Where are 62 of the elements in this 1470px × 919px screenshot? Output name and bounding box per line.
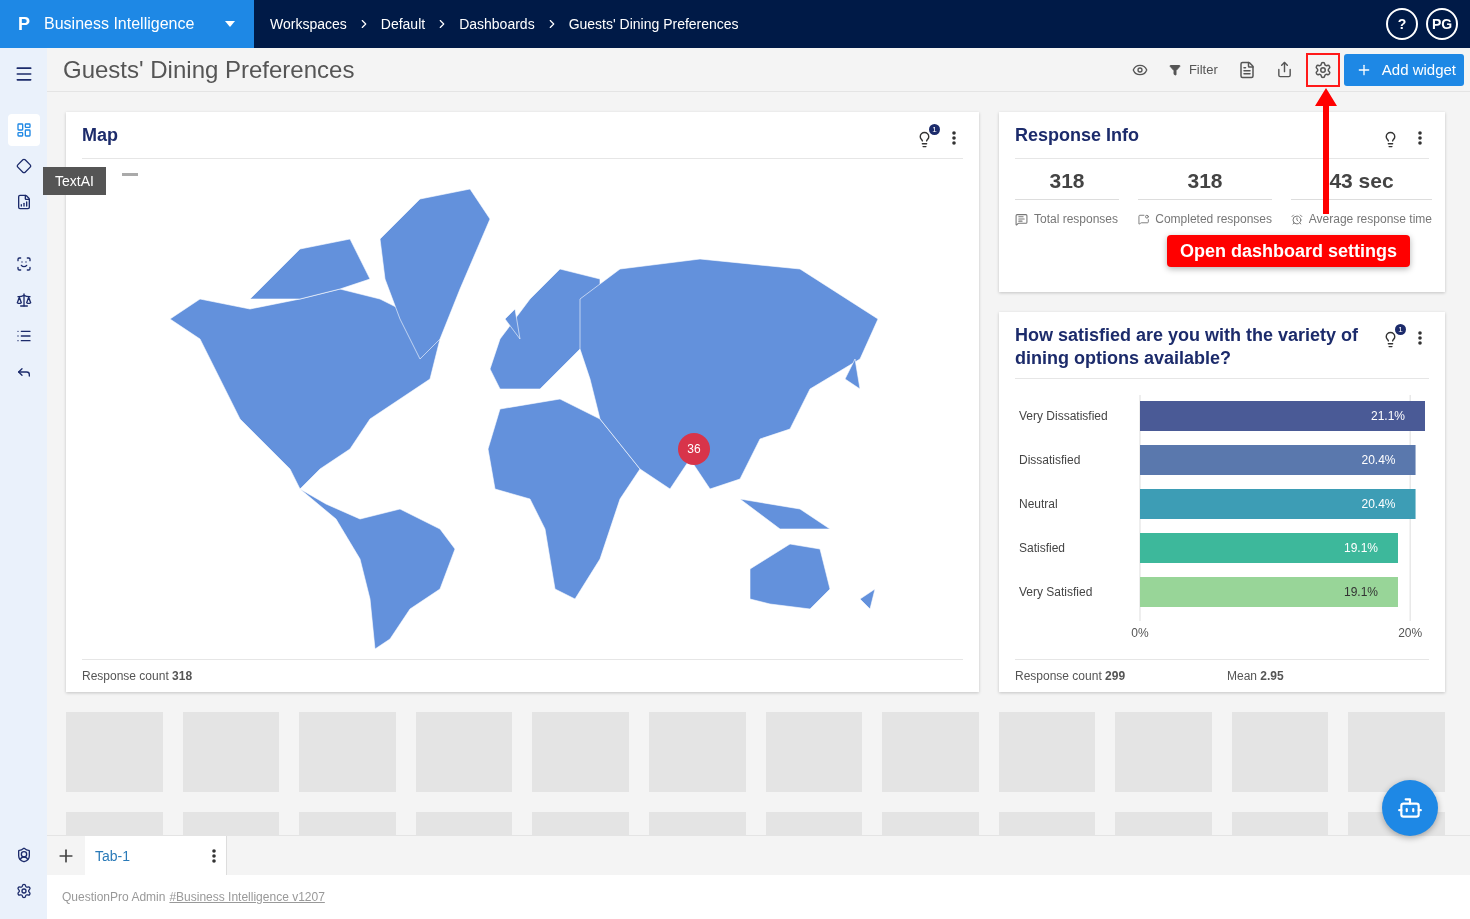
product-name: Business Intelligence — [44, 15, 196, 33]
category-label: Satisfied — [1019, 541, 1066, 555]
tooltip: TextAI — [43, 167, 106, 195]
value-label: 20.4% — [1361, 453, 1396, 467]
dashboard-icon — [15, 122, 32, 138]
count-badge: 1 — [1395, 324, 1406, 335]
stat-label: Total responses — [1034, 212, 1119, 226]
widget-title: How satisfied are you with the variety of dining options available? — [1015, 324, 1360, 370]
share-icon — [1276, 61, 1294, 78]
settings-icon — [15, 883, 32, 899]
stat-label: Average response time — [1308, 212, 1432, 226]
annotation-callout: Open dashboard settings — [1167, 235, 1410, 267]
settings-icon — [1313, 60, 1332, 79]
more-icon — [1418, 131, 1422, 145]
add-widget-button[interactable]: Add widget — [1343, 53, 1464, 86]
breadcrumb-link[interactable]: Workspaces — [270, 16, 347, 32]
list-icon — [15, 328, 32, 344]
filter-icon — [1168, 63, 1181, 76]
logo: P — [18, 13, 30, 35]
diamond-icon — [15, 158, 32, 174]
dashboard-tab[interactable]: Tab-1 — [85, 836, 227, 875]
filter-button[interactable]: Filter — [1160, 52, 1226, 87]
response-count: Response count 318 — [82, 669, 193, 683]
count-badge: 1 — [929, 124, 940, 135]
widget-title: Map — [82, 124, 119, 147]
value-label: 19.1% — [1343, 541, 1378, 555]
more-icon — [212, 848, 216, 863]
insights-button[interactable]: 1 — [914, 124, 940, 150]
report-icon — [15, 194, 32, 210]
footer-text: QuestionPro Admin — [62, 890, 166, 904]
more-icon — [1418, 331, 1422, 345]
more-icon — [952, 131, 956, 145]
product-switcher[interactable]: P Business Intelligence — [0, 0, 254, 48]
breadcrumb-link[interactable]: Dashboards — [459, 16, 535, 32]
value-label: 19.1% — [1343, 585, 1378, 599]
value-label: 20.4% — [1361, 497, 1396, 511]
value-label: 21.1% — [1370, 409, 1405, 423]
breadcrumb-link[interactable]: Guests' Dining Preferences — [568, 16, 739, 32]
axis-tick-label: 0% — [1131, 626, 1149, 640]
scale-icon — [15, 292, 32, 308]
category-label: Dissatisfied — [1019, 453, 1081, 467]
category-label: Very Dissatisfied — [1019, 409, 1108, 423]
help-button[interactable]: ? — [1386, 8, 1418, 40]
scan-icon — [15, 256, 32, 272]
user-avatar[interactable]: PG — [1426, 8, 1458, 40]
caret-icon — [224, 20, 236, 28]
widget-title: Response Info — [1015, 124, 1140, 147]
robot-icon — [1397, 795, 1423, 821]
summary-stat: Mean 2.95 — [1227, 669, 1284, 683]
dashboard-title: Guests' Dining Preferences — [63, 55, 356, 84]
pdf-file-icon — [1237, 60, 1256, 79]
shield-user-icon — [15, 847, 32, 863]
summary-stat: Response count 299 — [1015, 669, 1127, 683]
axis-tick-label: 20% — [1398, 626, 1423, 640]
category-label: Neutral — [1019, 497, 1058, 511]
breadcrumb-link[interactable]: Default — [380, 16, 426, 32]
stat-value: 318 — [1138, 165, 1272, 200]
settings-button[interactable] — [1305, 52, 1340, 87]
stat-label: Completed responses — [1155, 212, 1272, 226]
insights-button[interactable]: 1 — [1380, 324, 1406, 350]
stat-value: 318 — [1015, 165, 1119, 200]
category-label: Very Satisfied — [1019, 585, 1093, 599]
